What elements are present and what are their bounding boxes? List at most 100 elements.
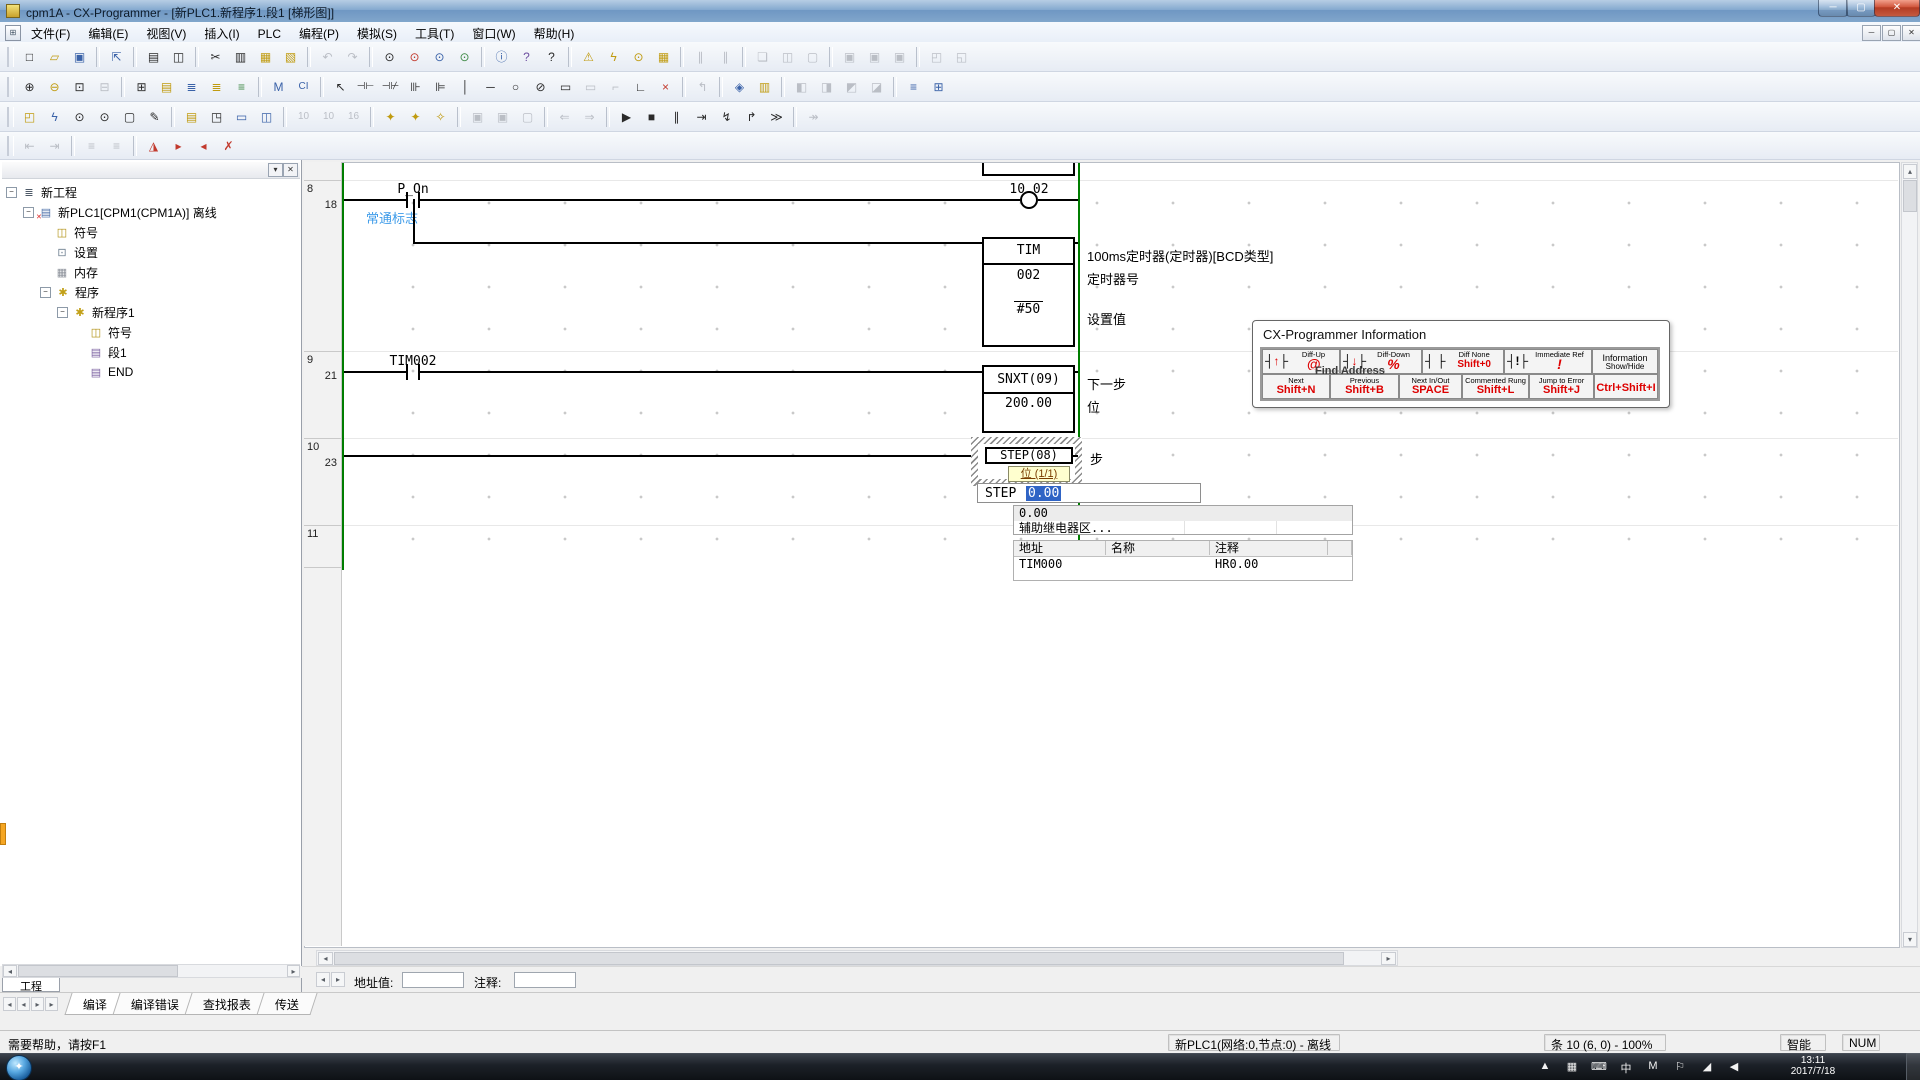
contact-or-no-icon[interactable]: ⊪	[404, 75, 427, 98]
watch-window-icon[interactable]: ▦	[652, 45, 675, 68]
operand-edit-box[interactable]: STEP 0.00	[977, 483, 1201, 503]
go-to-rung-icon[interactable]: ◮	[142, 134, 165, 157]
contact-nc-icon[interactable]: ⊣⊬	[379, 75, 402, 98]
output-tab-传送[interactable]: 传送	[256, 993, 317, 1015]
scroll-left-icon[interactable]: ◂	[318, 952, 333, 965]
symbol-bar-icon[interactable]: ▤	[155, 75, 178, 98]
differential-monitor-icon[interactable]: ◈	[728, 75, 751, 98]
dropdown-row[interactable]: 辅助继电器区...	[1014, 521, 1352, 536]
action-center-icon[interactable]: ⚐	[1672, 1060, 1688, 1073]
show-hidden-icons[interactable]: ▲	[1537, 1060, 1553, 1072]
simulation-stop-icon[interactable]: ■	[640, 105, 663, 128]
ladder-vertical-scrollbar[interactable]: ▴ ▾	[1901, 162, 1918, 948]
line-delete-icon[interactable]: ×	[654, 75, 677, 98]
contact-no-icon[interactable]: ⊣⊢	[354, 75, 377, 98]
menu-编辑E[interactable]: 编辑(E)	[79, 22, 137, 42]
panel-dropdown-button[interactable]: ▾	[268, 163, 283, 177]
paste-special-icon[interactable]: ▧	[279, 45, 302, 68]
show-desktop-button[interactable]	[1906, 1053, 1920, 1080]
simulation-pause-icon[interactable]: ∥	[665, 105, 688, 128]
column-header[interactable]: 名称	[1106, 541, 1210, 555]
new-project-window-icon[interactable]: ◰	[18, 105, 41, 128]
menu-帮助H[interactable]: 帮助(H)	[525, 22, 584, 42]
address-reference-tool-icon[interactable]: CI	[292, 75, 315, 98]
menu-文件F[interactable]: 文件(F)	[22, 22, 79, 42]
check-program-icon[interactable]: ⊙	[68, 105, 91, 128]
simulation-run-icon[interactable]: ▶	[615, 105, 638, 128]
compile-all-programs-icon[interactable]: ϟ	[602, 45, 625, 68]
operand-dropdown[interactable]: 0.00辅助继电器区...	[1013, 505, 1353, 535]
zoom-out-icon[interactable]: ⊖	[43, 75, 66, 98]
comment-field[interactable]	[514, 972, 576, 988]
scroll-right-icon[interactable]: ▸	[287, 965, 300, 977]
taskbar-clock[interactable]: 13:11 2017/7/18	[1768, 1055, 1858, 1077]
mdi-restore-button[interactable]: ▢	[1882, 25, 1901, 41]
cx-programmer-information-popup[interactable]: CX-Programmer Information ┤↑├Diff-Up@┤↓├…	[1252, 320, 1670, 408]
copy-icon[interactable]: ▥	[229, 45, 252, 68]
panel-close-button[interactable]: ✕	[283, 163, 298, 177]
context-help-icon[interactable]: ?	[540, 45, 563, 68]
coil-icon[interactable]: ○	[504, 75, 527, 98]
step-run-icon[interactable]: ⇥	[690, 105, 713, 128]
rung-comments-icon[interactable]: ≣	[180, 75, 203, 98]
section-list-icon[interactable]: ≡	[230, 75, 253, 98]
io-table-icon[interactable]: ⊞	[927, 75, 950, 98]
grid-toggle-icon[interactable]: ⊞	[130, 75, 153, 98]
address-value-field[interactable]	[402, 972, 464, 988]
data-trace-icon[interactable]: ▥	[753, 75, 776, 98]
force-reset-icon[interactable]: ✦	[404, 105, 427, 128]
nav-left-icon[interactable]: ◂	[316, 972, 330, 987]
menu-PLC[interactable]: PLC	[249, 24, 290, 44]
go-to-next-reference-icon[interactable]: ▸	[167, 134, 190, 157]
close-button[interactable]: ✕	[1874, 0, 1920, 17]
find-address-icon[interactable]: ⊙	[453, 45, 476, 68]
tree-item-memory[interactable]: ▦内存	[2, 262, 298, 282]
zoom-100-icon[interactable]: ⊡	[68, 75, 91, 98]
mnemonic-view-icon[interactable]: M	[267, 75, 290, 98]
zoom-in-icon[interactable]: ⊕	[18, 75, 41, 98]
scroll-thumb[interactable]	[334, 952, 1344, 965]
find-icon[interactable]: ⊙	[378, 45, 401, 68]
project-panel-header[interactable]: ▾ ✕	[2, 162, 300, 179]
tree-horizontal-scrollbar[interactable]: ◂ ▸	[2, 964, 300, 978]
comment-editor-icon[interactable]: ◳	[205, 105, 228, 128]
table-row[interactable]: TIM000HR0.00	[1014, 557, 1352, 572]
scroll-up-icon[interactable]: ▴	[1903, 164, 1917, 179]
cut-icon[interactable]: ✂	[204, 45, 227, 68]
mdi-close-button[interactable]: ✕	[1902, 25, 1920, 41]
find-symbol-icon[interactable]: ⊙	[428, 45, 451, 68]
tree-item-program[interactable]: −✱新程序1	[2, 302, 298, 322]
scroll-left-icon[interactable]: ◂	[3, 965, 17, 977]
step-in-icon[interactable]: ↯	[715, 105, 738, 128]
scroll-thumb[interactable]	[18, 965, 178, 977]
tab-scroll-last-icon[interactable]: ▸	[45, 997, 58, 1011]
tree-expander-icon[interactable]: −	[57, 307, 68, 318]
compile-program-icon[interactable]: ϟ	[43, 105, 66, 128]
horizontal-line-icon[interactable]: ─	[479, 75, 502, 98]
memory-view-icon[interactable]: ◫	[255, 105, 278, 128]
new-file-icon[interactable]: □	[18, 45, 41, 68]
io-comments-icon[interactable]: ≣	[205, 75, 228, 98]
volume-icon[interactable]: ◀	[1726, 1060, 1742, 1073]
io-comment-view-icon[interactable]: ▭	[230, 105, 253, 128]
cross-reference-report-icon[interactable]: ⊙	[93, 105, 116, 128]
step-out-icon[interactable]: ↱	[740, 105, 763, 128]
tree-item-section[interactable]: ▤段1	[2, 342, 298, 362]
select-mode-icon[interactable]: ↖	[329, 75, 352, 98]
page-transfer-icon[interactable]: ⇱	[105, 45, 128, 68]
scroll-right-icon[interactable]: ▸	[1381, 952, 1396, 965]
find-report-icon[interactable]: ⊙	[627, 45, 650, 68]
operand-input[interactable]: 0.00	[1026, 486, 1061, 501]
contact-or-nc-icon[interactable]: ⊫	[429, 75, 452, 98]
dropdown-row[interactable]: 0.00	[1014, 506, 1352, 521]
tree-expander-icon[interactable]: −	[23, 207, 34, 218]
tree-item-symbol-table[interactable]: ◫符号	[2, 322, 298, 342]
watch-sheet-icon[interactable]: ≡	[902, 75, 925, 98]
ime-language-icon[interactable]: 中	[1618, 1060, 1634, 1076]
column-header[interactable]: 注释	[1210, 541, 1328, 555]
scroll-thumb[interactable]	[1903, 180, 1917, 212]
column-header[interactable]: 地址	[1014, 541, 1106, 555]
save-icon[interactable]: ▣	[68, 45, 91, 68]
tree-item-plc[interactable]: −▤✕新PLC1[CPM1(CPM1A)] 离线	[2, 202, 298, 222]
force-cancel-all-icon[interactable]: ✧	[429, 105, 452, 128]
